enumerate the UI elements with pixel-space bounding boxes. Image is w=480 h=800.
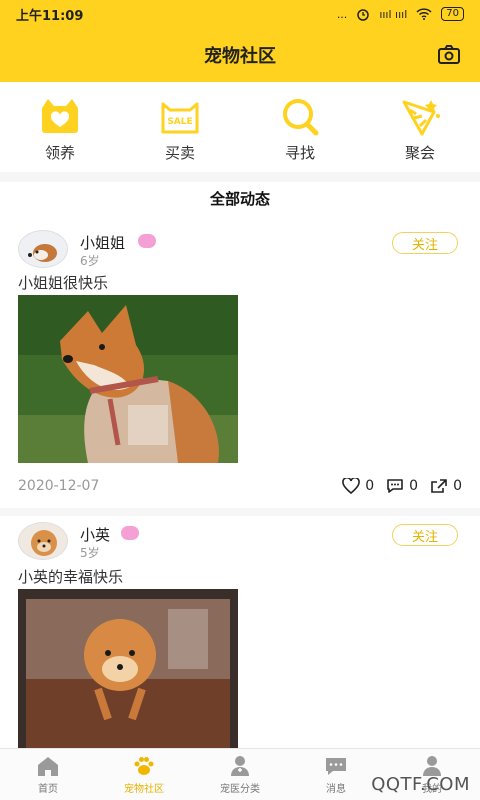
tab-label: 消息 bbox=[326, 784, 346, 795]
quick-nav-trade[interactable]: SALE 买卖 bbox=[120, 82, 240, 172]
chat-badge-icon bbox=[138, 234, 156, 248]
section-divider bbox=[0, 172, 480, 182]
share-button[interactable]: 0 bbox=[430, 478, 462, 494]
svg-text:SALE: SALE bbox=[167, 117, 192, 127]
notification-dots: ... bbox=[336, 7, 348, 21]
app-header: 宠物社区 bbox=[0, 28, 480, 82]
post-text: 小英的幸福快乐 bbox=[18, 568, 124, 586]
paw-icon bbox=[134, 757, 154, 775]
comment-count: 0 bbox=[409, 478, 419, 494]
message-icon bbox=[326, 758, 346, 775]
post-author-name[interactable]: 小英 bbox=[80, 524, 110, 545]
home-icon bbox=[38, 757, 58, 776]
post-divider bbox=[0, 508, 480, 516]
avatar[interactable] bbox=[18, 230, 68, 268]
alarm-icon bbox=[357, 9, 370, 21]
tab-label: 宠物社区 bbox=[124, 784, 164, 795]
tab-label: 首页 bbox=[38, 784, 58, 795]
quick-nav-adopt[interactable]: 领养 bbox=[0, 82, 120, 172]
like-count: 0 bbox=[365, 478, 375, 494]
shiba-dog-photo bbox=[18, 295, 238, 463]
signal-icon: ıııl ıııl bbox=[379, 7, 408, 21]
post-card[interactable]: 小英 5岁 关注 小英的幸福快乐 bbox=[0, 522, 480, 748]
post-photo[interactable] bbox=[18, 589, 238, 748]
battery-icon: 70 bbox=[441, 7, 464, 21]
wifi-icon bbox=[416, 8, 432, 20]
quick-nav-label: 寻找 bbox=[284, 144, 315, 162]
party-popper-icon bbox=[402, 100, 440, 136]
quick-nav-label: 领养 bbox=[44, 144, 75, 162]
tab-vet-categories[interactable]: 宠医分类 bbox=[192, 749, 288, 800]
post-author-name[interactable]: 小姐姐 bbox=[80, 232, 125, 253]
comment-button[interactable]: 0 bbox=[386, 478, 418, 494]
follow-button[interactable]: 关注 bbox=[392, 232, 458, 254]
status-bar: 上午11:09 ... ıııl ıııl 70 bbox=[0, 0, 480, 28]
pomeranian-avatar-image bbox=[19, 523, 67, 559]
adopt-house-heart-icon bbox=[42, 99, 78, 133]
share-count: 0 bbox=[453, 478, 462, 494]
dog-avatar-image bbox=[19, 231, 67, 267]
quick-nav-party[interactable]: 聚会 bbox=[360, 82, 480, 172]
like-button[interactable]: 0 bbox=[342, 478, 374, 494]
vet-doctor-icon bbox=[231, 756, 249, 776]
comment-icon bbox=[387, 479, 403, 493]
sale-cat-icon: SALE bbox=[161, 102, 199, 134]
post-card[interactable]: 小姐姐 6岁 关注 小姐姐很快乐 2020-12-07 0 0 0 bbox=[0, 230, 480, 502]
tab-messages[interactable]: 消息 bbox=[288, 749, 384, 800]
watermark-text: QQTF.COM bbox=[371, 774, 470, 795]
tab-home[interactable]: 首页 bbox=[0, 749, 96, 800]
share-icon bbox=[431, 479, 447, 493]
status-indicators: ... ıııl ıııl 70 bbox=[337, 7, 464, 21]
heart-icon bbox=[342, 478, 361, 494]
camera-icon[interactable] bbox=[436, 42, 462, 68]
post-photo[interactable] bbox=[18, 295, 238, 463]
section-title: 全部动态 bbox=[209, 189, 270, 208]
post-actions: 0 0 0 bbox=[342, 478, 462, 494]
chat-badge-icon bbox=[121, 526, 139, 540]
avatar[interactable] bbox=[18, 522, 68, 560]
quick-nav-label: 买卖 bbox=[164, 144, 195, 162]
post-date: 2020-12-07 bbox=[18, 478, 100, 494]
follow-button[interactable]: 关注 bbox=[392, 524, 458, 546]
pomeranian-dog-photo bbox=[18, 589, 238, 748]
quick-nav-label: 聚会 bbox=[404, 144, 435, 162]
quick-nav-find[interactable]: 寻找 bbox=[240, 82, 360, 172]
status-time: 上午11:09 bbox=[16, 8, 84, 24]
post-text: 小姐姐很快乐 bbox=[18, 274, 109, 292]
post-pet-age: 6岁 bbox=[80, 254, 100, 268]
page-title: 宠物社区 bbox=[204, 46, 276, 67]
tab-pet-community[interactable]: 宠物社区 bbox=[96, 749, 192, 800]
post-pet-age: 5岁 bbox=[80, 546, 100, 560]
tab-label: 宠医分类 bbox=[220, 784, 260, 795]
search-icon bbox=[283, 99, 319, 136]
quick-nav: 领养 SALE 买卖 寻找 聚会 bbox=[0, 82, 480, 172]
